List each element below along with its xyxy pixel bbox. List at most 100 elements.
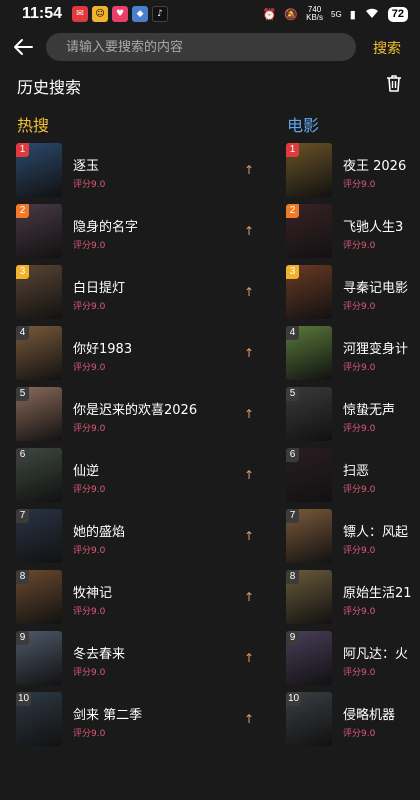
item-title[interactable]: 原始生活21 — [343, 582, 420, 601]
item-rating: 评分9.0 — [73, 485, 106, 495]
item-title[interactable]: 扫恶 — [343, 460, 420, 479]
trend-up-icon: ↑ — [244, 712, 255, 726]
movie-item[interactable]: 7 镖人：风起 评分9.0 — [286, 509, 420, 570]
movie-item[interactable]: 5 惊蛰无声 评分9.0 — [286, 387, 420, 448]
item-title[interactable]: 阿凡达：火 — [343, 643, 420, 662]
movie-item[interactable]: 10 侵略机器评分9.0 — [286, 692, 420, 753]
hot-search-item[interactable]: 1 逐玉评分9.0 ↑ — [16, 143, 266, 204]
poster-image[interactable]: 5 — [16, 387, 62, 441]
rank-badge: 5 — [16, 387, 29, 401]
poster-image[interactable]: 2 — [286, 204, 332, 258]
item-rating: 评分9.0 — [73, 729, 106, 739]
back-arrow-icon[interactable] — [12, 36, 34, 58]
hot-search-item[interactable]: 6 仙逆 评分9.0 ↑ — [16, 448, 266, 509]
poster-image[interactable]: 4 — [16, 326, 62, 380]
hot-search-item[interactable]: 7 她的盛焰 评分9.0 ↑ — [16, 509, 266, 570]
poster-image[interactable]: 10 — [286, 692, 332, 746]
item-rating: 评分9.0 — [343, 607, 376, 617]
item-title[interactable]: 夜王 2026 — [343, 155, 420, 174]
hot-search-item[interactable]: 4 你好1983 评分9.0 ↑ — [16, 326, 266, 387]
poster-image[interactable]: 9 — [286, 631, 332, 685]
poster-image[interactable]: 5 — [286, 387, 332, 441]
movie-item[interactable]: 2 飞驰人生3 评分9.0 — [286, 204, 420, 265]
movie-item[interactable]: 1 夜王 2026 评分9.0 — [286, 143, 420, 204]
poster-image[interactable]: 3 — [16, 265, 62, 319]
item-title[interactable]: 她的盛焰 — [73, 521, 125, 540]
item-title[interactable]: 你好1983 — [73, 338, 132, 357]
item-rating: 评分9.0 — [73, 363, 106, 373]
hot-search-list: 1 逐玉 评分9.0 ↑ 2 隐身的名字 评分9.0 ↑ 3 白日提灯 评分9.0 ↑ 4 你好1983 评… — [16, 143, 266, 753]
hot-search-item[interactable]: 10 剑来 第二季评分9.0 ↑ — [16, 692, 266, 753]
item-title[interactable]: 逐玉 — [73, 155, 99, 174]
rank-badge: 6 — [286, 448, 299, 462]
item-title[interactable]: 惊蛰无声 — [343, 399, 420, 418]
poster-image[interactable]: 8 — [16, 570, 62, 624]
movie-item[interactable]: 8 原始生活21 评分9.0 — [286, 570, 420, 631]
status-time: 11:54 — [22, 5, 63, 22]
poster-image[interactable]: 1 — [286, 143, 332, 197]
item-title[interactable]: 仙逆 — [73, 460, 99, 479]
item-rating: 评分9.0 — [73, 546, 106, 556]
item-rating: 评分9.0 — [73, 668, 106, 678]
hot-search-title: 热搜 — [17, 116, 50, 135]
item-rating: 评分9.0 — [73, 302, 106, 312]
item-title[interactable]: 剑来 第二季 — [73, 704, 142, 723]
item-rating: 评分9.0 — [343, 302, 376, 312]
status-indicators: ⏰ 🔕 740 KB/s 5G ▮ 72 — [263, 6, 408, 22]
item-title[interactable]: 白日提灯 — [73, 277, 125, 296]
search-button[interactable]: 搜索 — [373, 38, 401, 58]
poster-image[interactable]: 6 — [16, 448, 62, 502]
rank-badge: 10 — [286, 692, 302, 706]
item-title[interactable]: 你是迟来的欢喜2026 — [73, 399, 197, 418]
trend-up-icon: ↑ — [244, 224, 255, 238]
net-speed: 740 KB/s — [306, 6, 323, 22]
rank-badge: 8 — [286, 570, 299, 584]
item-rating: 评分9.0 — [73, 424, 106, 434]
hot-search-item[interactable]: 8 牧神记 评分9.0 ↑ — [16, 570, 266, 631]
rank-badge: 7 — [286, 509, 299, 523]
poster-image[interactable]: 8 — [286, 570, 332, 624]
poster-image[interactable]: 4 — [286, 326, 332, 380]
poster-image[interactable]: 9 — [16, 631, 62, 685]
poster-image[interactable]: 3 — [286, 265, 332, 319]
trend-up-icon: ↑ — [244, 163, 255, 177]
trash-icon[interactable] — [384, 73, 404, 93]
poster-image[interactable]: 10 — [16, 692, 62, 746]
battery-indicator: 72 — [387, 6, 408, 22]
item-title[interactable]: 冬去春来 — [73, 643, 125, 662]
hot-search-item[interactable]: 5 你是迟来的欢喜2026 评分9.0 ↑ — [16, 387, 266, 448]
movie-item[interactable]: 6 扫恶 评分9.0 — [286, 448, 420, 509]
rank-badge: 7 — [16, 509, 29, 523]
poster-image[interactable]: 2 — [16, 204, 62, 258]
rank-badge: 3 — [286, 265, 299, 279]
poster-image[interactable]: 6 — [286, 448, 332, 502]
hot-search-item[interactable]: 9 冬去春来评分9.0 ↑ — [16, 631, 266, 692]
item-title[interactable]: 飞驰人生3 — [343, 216, 420, 235]
item-title[interactable]: 隐身的名字 — [73, 216, 138, 235]
movie-item[interactable]: 9 阿凡达：火 评分9.0 — [286, 631, 420, 692]
rank-badge: 10 — [16, 692, 32, 706]
poster-image[interactable]: 7 — [286, 509, 332, 563]
tiktok-notification-icon: ♪ — [152, 6, 169, 22]
search-input[interactable] — [46, 33, 356, 61]
rank-badge: 9 — [16, 631, 29, 645]
hot-search-item[interactable]: 3 白日提灯 评分9.0 ↑ — [16, 265, 266, 326]
item-title[interactable]: 镖人：风起 — [343, 521, 420, 540]
movie-item[interactable]: 3 寻秦记电影评分9.0 — [286, 265, 420, 326]
rank-badge: 4 — [286, 326, 299, 340]
movie-title[interactable]: 电影 — [287, 112, 319, 136]
signal-label: 5G — [331, 9, 342, 19]
net-speed-unit: KB/s — [306, 13, 324, 22]
poster-image[interactable]: 7 — [16, 509, 62, 563]
item-rating: 评分9.0 — [73, 180, 106, 190]
item-title[interactable]: 牧神记 — [73, 582, 112, 601]
item-rating: 评分9.0 — [343, 729, 376, 739]
trend-up-icon: ↑ — [244, 651, 255, 665]
item-title[interactable]: 河狸变身计 — [343, 338, 420, 357]
hot-search-item[interactable]: 2 隐身的名字 评分9.0 ↑ — [16, 204, 266, 265]
movie-item[interactable]: 4 河狸变身计 评分9.0 — [286, 326, 420, 387]
item-title[interactable]: 侵略机器 — [343, 704, 420, 723]
poster-image[interactable]: 1 — [16, 143, 62, 197]
rank-badge: 6 — [16, 448, 29, 462]
item-title[interactable]: 寻秦记电影 — [343, 277, 420, 296]
